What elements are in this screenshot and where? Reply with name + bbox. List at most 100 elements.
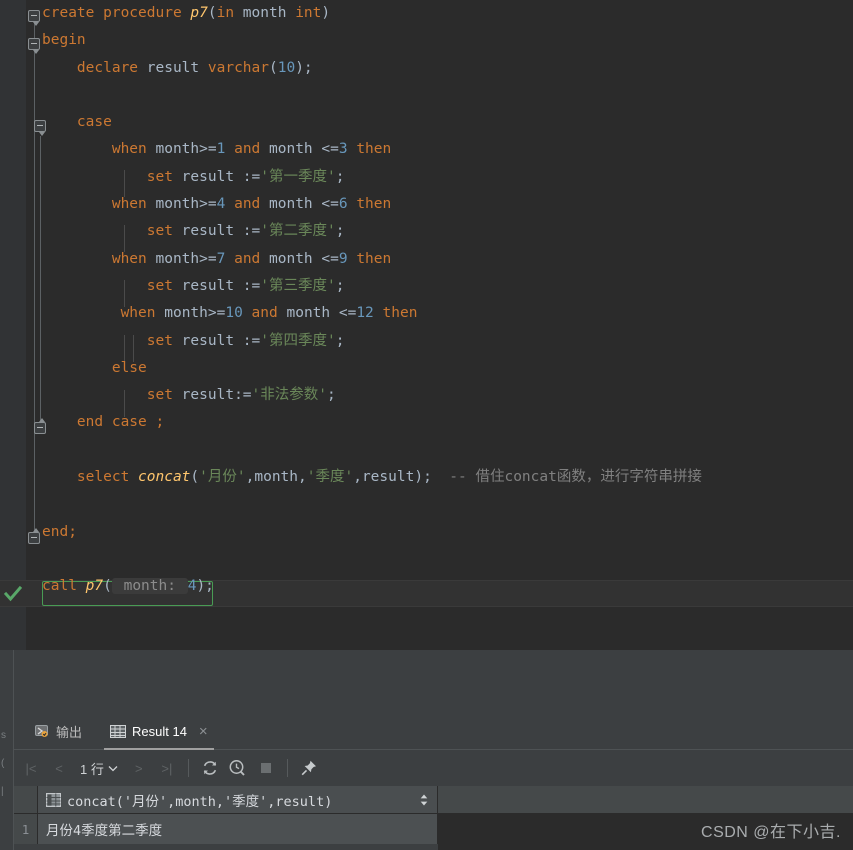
rows-count-label: 1 行: [80, 761, 104, 777]
code-token: result: [172, 223, 243, 240]
code-line[interactable]: end case ;: [42, 409, 853, 436]
prev-page-button[interactable]: <: [46, 755, 72, 781]
watermark-text: CSDN @在下小吉.: [701, 824, 841, 841]
code-token: 10: [225, 305, 243, 322]
code-token: );: [295, 59, 313, 76]
code-token: set: [42, 387, 173, 404]
chevron-down-icon: [108, 765, 118, 772]
code-line[interactable]: when month>=1 and month <=3 then: [42, 136, 853, 163]
code-line[interactable]: set result :='第三季度';: [42, 273, 853, 300]
code-line[interactable]: set result:='非法参数';: [42, 382, 853, 409]
grid-column-header-label: concat('月份',month,'季度',result): [67, 793, 333, 810]
code-token: ;: [335, 332, 345, 349]
code-token: :=: [242, 223, 261, 240]
code-token: case: [42, 114, 112, 131]
code-line[interactable]: set result :='第二季度';: [42, 218, 853, 245]
rail-glyph: |: [1, 786, 4, 797]
code-token: month: [146, 250, 200, 267]
code-line[interactable]: case: [42, 109, 853, 136]
ide-window: create procedure p7(in month int) begin d…: [0, 0, 853, 850]
code-line[interactable]: when month>=7 and month <=9 then: [42, 246, 853, 273]
code-token: concat: [138, 469, 191, 486]
grid-column-header[interactable]: concat('月份',month,'季度',result): [38, 786, 438, 813]
result-grid-toolbar[interactable]: |< < 1 行 > >|: [14, 750, 853, 786]
code-token: ;: [335, 223, 345, 240]
code-token: :=: [242, 332, 261, 349]
code-line[interactable]: [42, 491, 853, 518]
code-line[interactable]: [42, 437, 853, 464]
code-token: (: [268, 59, 278, 76]
fold-marker-create-procedure[interactable]: [28, 10, 40, 26]
tool-window-rail[interactable]: s ( |: [0, 650, 14, 850]
tab-result-14[interactable]: Result 14 ×: [100, 712, 218, 750]
code-token: else: [42, 359, 147, 376]
code-line[interactable]: when month>=10 and month <=12 then: [42, 300, 853, 327]
code-token: then: [347, 196, 392, 213]
panel-tab-bar[interactable]: 输出 Result 14 ×: [14, 712, 853, 750]
code-token: month: [234, 5, 296, 21]
code-line[interactable]: set result :='第四季度';: [42, 328, 853, 355]
sql-editor[interactable]: create procedure p7(in month int) begin d…: [0, 0, 853, 650]
parameter-hint: month:: [111, 578, 188, 595]
fold-marker-begin[interactable]: [28, 38, 40, 54]
code-token: <=: [338, 305, 357, 322]
close-icon[interactable]: ×: [199, 723, 208, 740]
code-token: then: [347, 250, 392, 267]
code-line[interactable]: set result :='第一季度';: [42, 164, 853, 191]
next-page-button[interactable]: >: [126, 755, 152, 781]
grid-cell[interactable]: 月份4季度第二季度: [38, 814, 438, 844]
fold-guide-line-outer: [34, 14, 35, 544]
code-token: >=: [207, 305, 226, 322]
history-clock-icon[interactable]: [225, 755, 251, 781]
code-token: set: [42, 223, 173, 240]
code-line[interactable]: when month>=4 and month <=6 then: [42, 191, 853, 218]
code-line[interactable]: declare result varchar(10);: [42, 55, 853, 82]
code-line[interactable]: begin: [42, 27, 853, 54]
code-token: 6: [338, 196, 348, 213]
code-token: ;: [335, 168, 345, 185]
rows-count-dropdown[interactable]: 1 行: [74, 755, 124, 781]
code-line[interactable]: [42, 546, 853, 573]
first-page-button[interactable]: |<: [18, 755, 44, 781]
code-content[interactable]: create procedure p7(in month int) begin d…: [42, 0, 853, 650]
code-token: result: [172, 387, 235, 404]
code-token: <=: [321, 250, 339, 267]
tab-result-14-label: Result 14: [132, 723, 187, 739]
code-token: '第三季度': [260, 277, 336, 294]
code-token: call: [42, 578, 86, 595]
pin-icon[interactable]: [296, 755, 322, 781]
code-line[interactable]: select concat('月份',month,'季度',result); -…: [42, 464, 853, 491]
code-token: set: [42, 277, 173, 294]
sort-arrows-icon[interactable]: [419, 793, 429, 807]
code-token: ,: [298, 469, 307, 486]
code-token: '非法参数': [251, 387, 327, 404]
code-token: (: [190, 469, 200, 486]
tab-output[interactable]: 输出: [24, 712, 92, 750]
code-token: 9: [338, 250, 348, 267]
code-token: declare: [42, 59, 139, 76]
code-token: end case ;: [42, 414, 165, 431]
fold-marker-end[interactable]: [28, 528, 40, 544]
code-line[interactable]: else: [42, 355, 853, 382]
column-type-icon: [46, 792, 61, 807]
code-token: then: [373, 305, 418, 322]
grid-header-filler: [438, 786, 853, 813]
code-token: <=: [321, 141, 339, 158]
code-token: -- 借住concat函数，进行字符串拼接: [431, 469, 702, 486]
code-token: when: [42, 250, 147, 267]
editor-gutter[interactable]: [0, 0, 26, 650]
row-number: 1: [14, 814, 38, 844]
code-line[interactable]: call p7( month: 4);: [42, 573, 853, 600]
code-token: ): [321, 5, 331, 21]
code-line[interactable]: end;: [42, 519, 853, 546]
code-line[interactable]: [42, 82, 853, 109]
code-token: set: [42, 332, 173, 349]
check-icon[interactable]: [4, 585, 22, 603]
code-token: ;: [327, 387, 336, 404]
code-line[interactable]: create procedure p7(in month int): [42, 0, 853, 27]
code-token: varchar: [207, 59, 269, 76]
code-token: end;: [42, 523, 77, 540]
last-page-button[interactable]: >|: [154, 755, 180, 781]
refresh-icon[interactable]: [197, 755, 223, 781]
code-token: int: [295, 5, 322, 21]
